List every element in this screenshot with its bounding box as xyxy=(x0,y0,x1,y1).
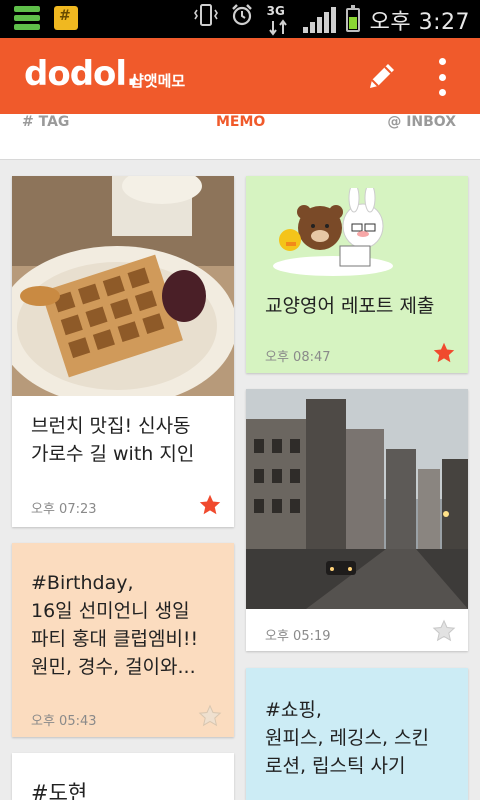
signal-strength-icon xyxy=(302,7,336,33)
app-header: dodol. 샵앳메모 xyxy=(0,38,480,114)
tab-memo[interactable]: MEMO xyxy=(216,114,265,160)
memo-notification-icon xyxy=(54,6,78,30)
clock-time: 오후 3:27 xyxy=(369,10,470,35)
compose-button[interactable] xyxy=(362,56,402,96)
memo-card[interactable]: #Birthday, 16일 선미언니 생일 파티 홍대 클럽엠비!! 원민, … xyxy=(12,543,234,737)
memo-text: #쇼핑, 원피스, 레깅스, 스킨 로션, 립스틱 사기 xyxy=(265,699,429,777)
battery-icon xyxy=(345,5,360,32)
app-logo: dodol. xyxy=(24,54,139,94)
tab-inbox[interactable]: @ INBOX xyxy=(387,114,456,160)
memo-date: 오후 08:47 xyxy=(265,350,331,365)
star-outline-icon[interactable] xyxy=(198,704,222,728)
star-outline-icon[interactable] xyxy=(432,619,456,643)
status-bar: 3G 오후 3:27 xyxy=(0,0,480,38)
memo-text: #도현 xyxy=(31,781,88,800)
memo-card[interactable]: 교양영어 레포트 제출 오후 08:47 xyxy=(246,176,468,373)
memo-card[interactable]: #도현 xyxy=(12,753,234,800)
memo-card[interactable]: 오후 05:19 xyxy=(246,389,468,651)
tab-bar: # TAG MEMO @ INBOX xyxy=(0,114,480,160)
memo-text: #Birthday, 16일 선미언니 생일 파티 홍대 클럽엠비!! 원민, … xyxy=(31,572,199,678)
memo-date: 오후 05:43 xyxy=(31,714,97,729)
star-filled-icon[interactable] xyxy=(432,341,456,365)
sticker-illustration xyxy=(273,188,393,276)
vibrate-icon xyxy=(193,2,219,38)
city-street-photo xyxy=(246,389,468,609)
memo-text: 교양영어 레포트 제출 xyxy=(265,295,435,317)
memo-card[interactable]: 브런치 맛집! 신사동 가로수 길 with 지인 오후 07:23 xyxy=(12,176,234,527)
more-vert-icon xyxy=(438,58,446,65)
notification-app-icon xyxy=(14,6,40,30)
alarm-icon xyxy=(229,2,255,38)
app-subtitle: 샵앳메모 xyxy=(130,72,186,90)
memo-text: 브런치 맛집! 신사동 가로수 길 with 지인 xyxy=(31,415,195,465)
overflow-menu-button[interactable] xyxy=(430,58,454,96)
pencil-icon xyxy=(370,64,394,88)
network-3g-icon: 3G xyxy=(265,3,293,37)
memo-date: 오후 07:23 xyxy=(31,502,97,517)
waffle-photo xyxy=(12,176,234,396)
memo-card[interactable]: #쇼핑, 원피스, 레깅스, 스킨 로션, 립스틱 사기 xyxy=(246,668,468,800)
star-filled-icon[interactable] xyxy=(198,493,222,517)
memo-date: 오후 05:19 xyxy=(265,629,331,644)
tab-tag[interactable]: # TAG xyxy=(22,114,69,160)
